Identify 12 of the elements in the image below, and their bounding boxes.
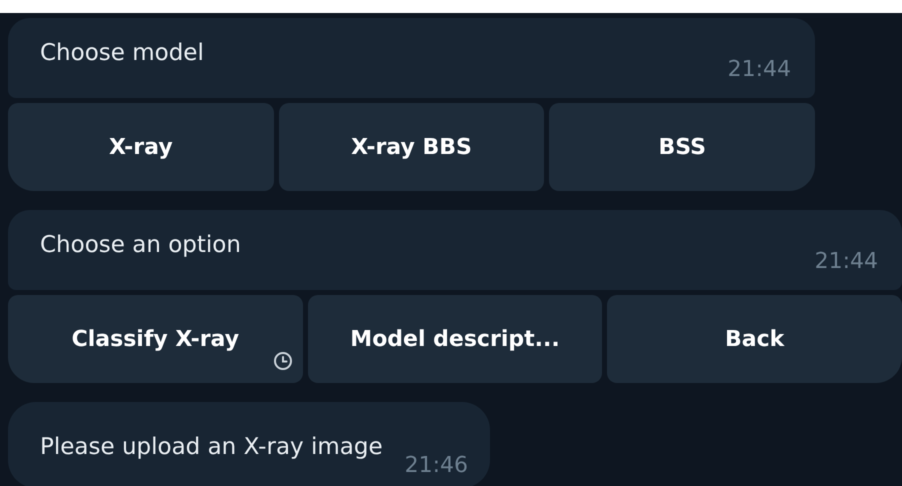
keyboard-button[interactable]: BSS — [549, 103, 816, 191]
message-text: Choose model — [40, 39, 204, 66]
keyboard-button[interactable]: Back — [607, 295, 902, 383]
keyboard-button[interactable]: Model descript... — [308, 295, 602, 383]
message-time: 21:44 — [728, 57, 791, 84]
keyboard-button[interactable]: X-ray BBS — [278, 103, 544, 191]
keyboard-button[interactable]: Classify X-ray — [8, 295, 303, 383]
keyboard-button[interactable]: X-ray — [8, 103, 274, 191]
message-text: Choose an option — [40, 231, 241, 258]
message-text: Please upload an X-ray image — [40, 434, 383, 460]
message-time: 21:46 — [404, 453, 468, 478]
message-time: 21:44 — [814, 249, 878, 276]
